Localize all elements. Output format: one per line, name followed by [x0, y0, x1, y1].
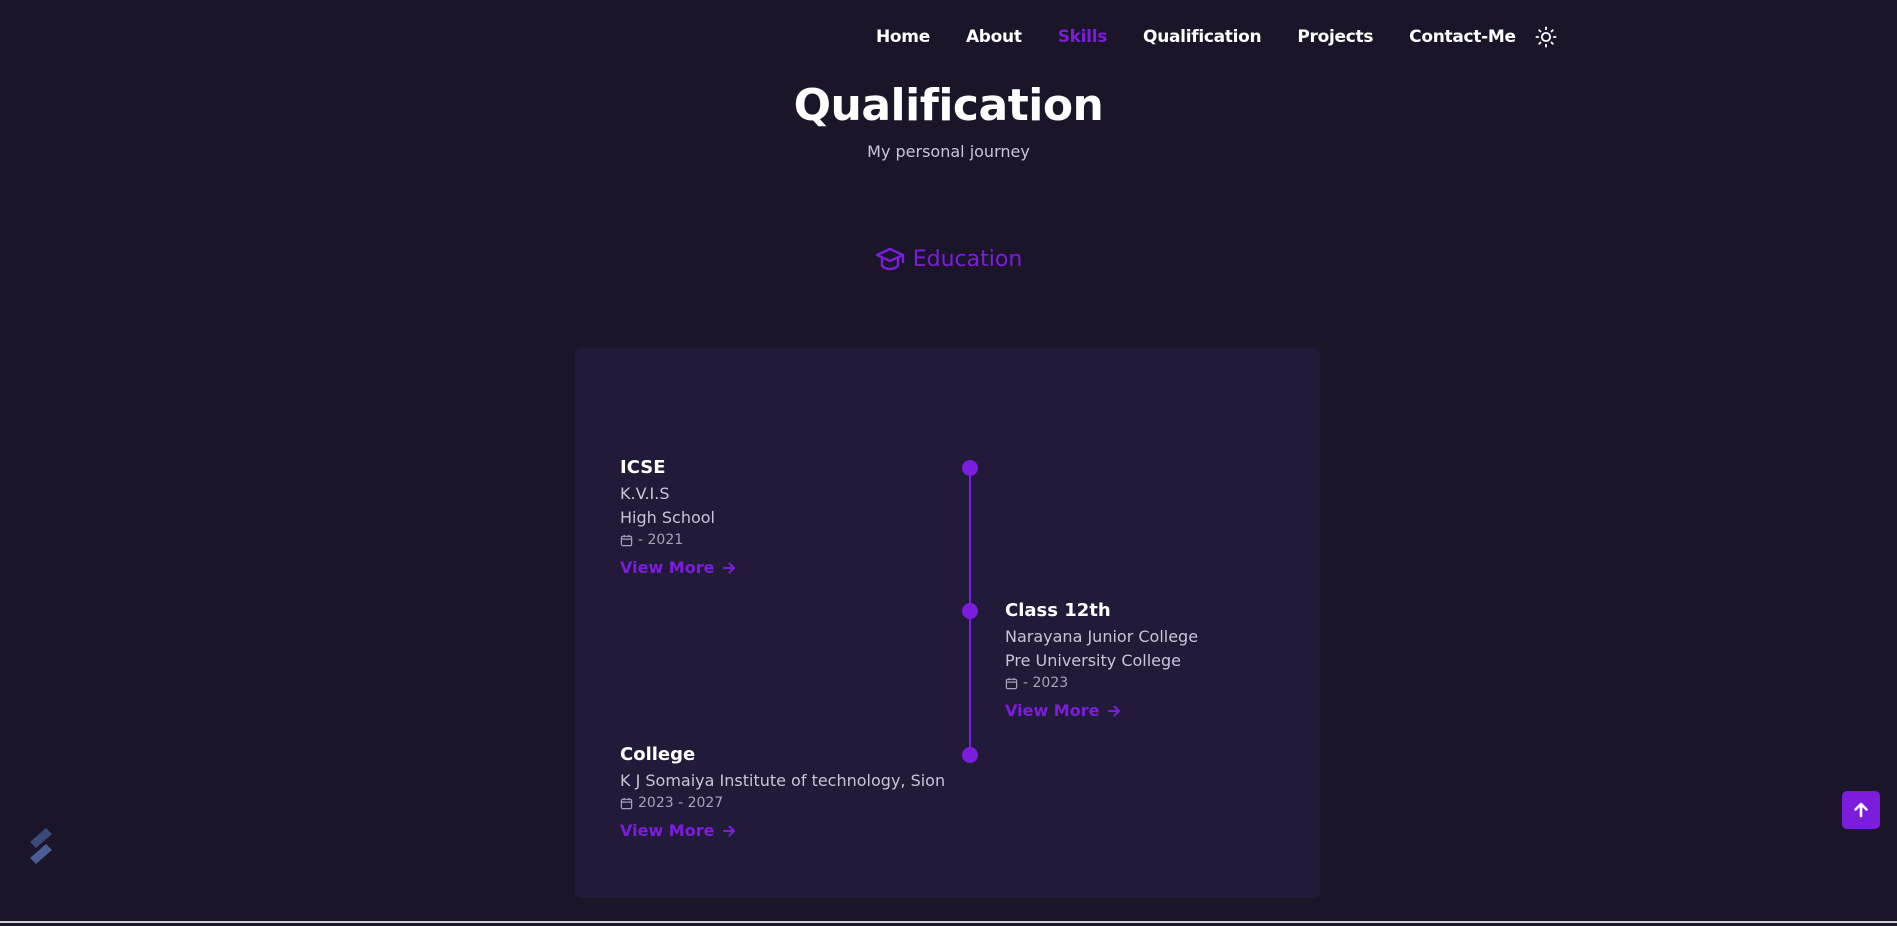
nav-contact-me[interactable]: Contact-Me — [1409, 27, 1516, 47]
entry-level: High School — [620, 508, 715, 527]
entry-institution: K.V.I.S — [620, 484, 670, 503]
entry-date: - 2021 — [620, 532, 736, 548]
entry-date: 2023 - 2027 — [620, 795, 945, 811]
brand-widget-button[interactable] — [16, 818, 66, 874]
entry-title: College — [620, 744, 696, 765]
arrow-right-icon — [723, 562, 736, 573]
timeline-entry-college: College K J Somaiya Institute of technol… — [620, 744, 945, 840]
entry-institution: K J Somaiya Institute of technology, Sio… — [620, 771, 946, 790]
timeline-dot — [962, 603, 978, 619]
entry-institution: Narayana Junior College — [1005, 627, 1199, 646]
view-more-label: View More — [620, 821, 715, 840]
nav-projects[interactable]: Projects — [1297, 27, 1373, 47]
tab-education[interactable]: Education — [0, 246, 1897, 272]
nav-home[interactable]: Home — [876, 27, 930, 47]
view-more-label: View More — [1005, 701, 1100, 720]
theme-toggle-button[interactable] — [1534, 25, 1558, 49]
timeline-entry-icse: ICSE K.V.I.S High School - 2021 View Mor… — [620, 457, 736, 577]
entry-date: - 2023 — [1005, 675, 1198, 691]
scroll-up-button[interactable] — [1842, 791, 1880, 829]
tab-education-label: Education — [912, 246, 1023, 272]
arrow-right-icon — [1108, 705, 1121, 716]
page-bottom-border — [0, 921, 1897, 923]
nav-skills[interactable]: Skills — [1058, 27, 1108, 47]
page: Home About Skills Qualification Projects… — [0, 0, 1897, 926]
page-title: Qualification — [793, 80, 1104, 131]
view-more-link[interactable]: View More — [1005, 701, 1121, 720]
arrow-up-icon — [1854, 802, 1868, 818]
calendar-icon — [1005, 677, 1018, 689]
arrow-right-icon — [723, 825, 736, 836]
entry-title: ICSE — [620, 457, 666, 478]
timeline-dot — [962, 747, 978, 763]
timeline-dot — [962, 460, 978, 476]
page-subtitle: My personal journey — [867, 142, 1030, 161]
entry-level: Pre University College — [1005, 651, 1182, 670]
calendar-icon — [620, 534, 633, 546]
main-nav: Home About Skills Qualification Projects… — [876, 25, 1558, 49]
entry-date-text: - 2021 — [638, 532, 684, 548]
nav-about[interactable]: About — [966, 27, 1022, 47]
nav-qualification[interactable]: Qualification — [1143, 27, 1262, 47]
brand-logo-icon — [30, 828, 52, 864]
graduation-cap-icon — [875, 247, 904, 271]
view-more-label: View More — [620, 558, 715, 577]
timeline-entry-class-12th: Class 12th Narayana Junior College Pre U… — [1005, 600, 1198, 720]
view-more-link[interactable]: View More — [620, 558, 736, 577]
entry-date-text: 2023 - 2027 — [638, 795, 724, 811]
sun-icon — [1535, 26, 1557, 48]
calendar-icon — [620, 797, 633, 809]
entry-title: Class 12th — [1005, 600, 1111, 621]
view-more-link[interactable]: View More — [620, 821, 736, 840]
entry-date-text: - 2023 — [1023, 675, 1069, 691]
